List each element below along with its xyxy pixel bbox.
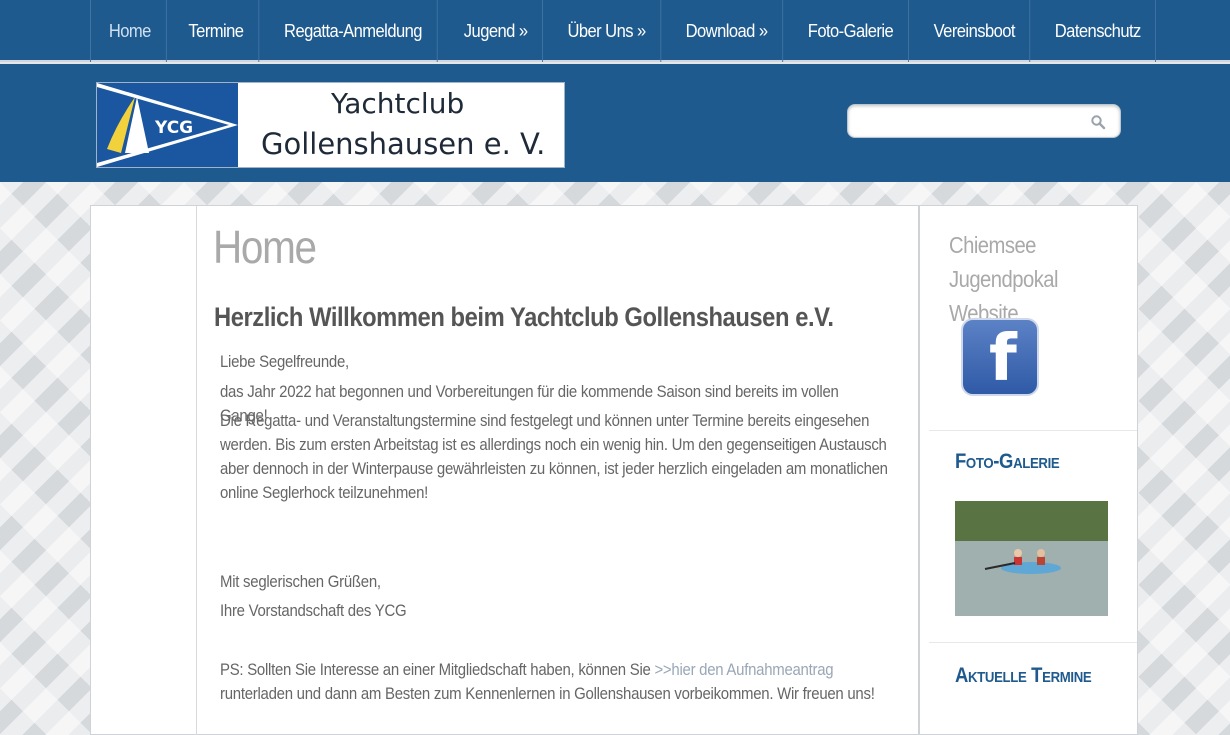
logo-text-line1: Yachtclub [331,87,465,120]
ps-text-after: runterladen und dann am Besten zum Kenne… [220,684,875,703]
paragraph-termine: Die Regatta- und Veranstaltungstermine s… [220,411,888,502]
jugendpokal-link[interactable]: Chiemsee Jugendpokal Website [949,228,1116,330]
logo-text-line2: Gollenshausen e. V. [261,127,546,161]
top-navigation: Home Termine Regatta-Anmeldung Jugend » … [0,0,1230,62]
aktuelle-termine-heading: Aktuelle Termine [955,664,1092,687]
nav-item-vereinsboot[interactable]: Vereinsboot [918,0,1031,62]
nav-item-termine[interactable]: Termine [173,0,259,62]
sidebar-divider [929,642,1137,643]
nav-item-jugend[interactable]: Jugend » [449,0,544,62]
search-icon[interactable] [1090,114,1106,130]
closing-signature: Ihre Vorstandschaft des YCG [220,601,407,620]
closing-greeting: Mit seglerischen Grüßen, [220,572,381,591]
site-header: YCG Yachtclub Gollenshausen e. V. [0,64,1230,182]
left-column [91,206,197,735]
search-input[interactable] [856,111,1081,131]
nav-list: Home Termine Regatta-Anmeldung Jugend » … [90,0,1162,62]
nav-item-foto-galerie[interactable]: Foto-Galerie [793,0,909,62]
ps-text-before: PS: Sollten Sie Interesse an einer Mitgl… [220,660,655,679]
sidebar: Chiemsee Jugendpokal Website f Foto-Gale… [921,206,1137,735]
facebook-icon[interactable]: f [961,318,1039,396]
logo-badge-text: YCG [154,118,193,138]
sidebar-divider [929,430,1137,431]
aufnahmeantrag-link[interactable]: >>hier den Aufnahmeantrag [654,660,833,679]
main-content: Home Herzlich Willkommen beim Yachtclub … [197,206,920,735]
page-title: Home [213,221,317,273]
greeting-text: Liebe Segelfreunde, [220,352,349,371]
facebook-letter: f [989,322,1017,396]
content-wrapper: Home Herzlich Willkommen beim Yachtclub … [90,205,1138,735]
search-box [847,104,1121,138]
site-logo[interactable]: YCG Yachtclub Gollenshausen e. V. [96,82,565,168]
gallery-photo[interactable] [955,501,1108,616]
logo-flag-icon: YCG [97,83,238,167]
nav-item-home[interactable]: Home [94,0,167,62]
nav-item-datenschutz[interactable]: Datenschutz [1040,0,1157,62]
welcome-heading: Herzlich Willkommen beim Yachtclub Golle… [214,302,834,332]
foto-galerie-heading: Foto-Galerie [955,450,1060,473]
nav-item-ueber-uns[interactable]: Über Uns » [552,0,661,62]
nav-item-regatta-anmeldung[interactable]: Regatta-Anmeldung [270,0,439,62]
ps-paragraph: PS: Sollten Sie Interesse an einer Mitgl… [220,658,889,706]
nav-item-download[interactable]: Download » [671,0,783,62]
